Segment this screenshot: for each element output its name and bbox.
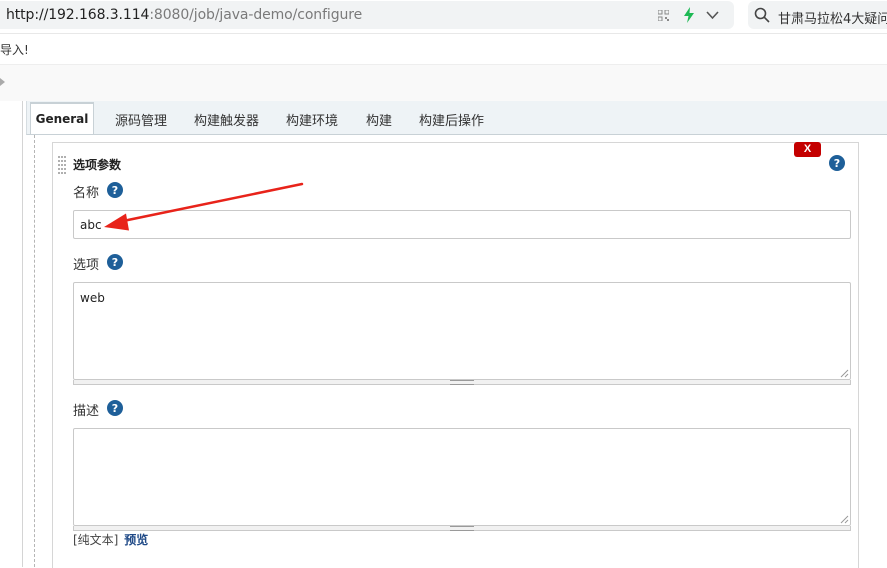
browser-toolbar: http://192.168.3.114:8080/job/java-demo/…	[0, 0, 887, 34]
tab-general[interactable]: General	[30, 102, 94, 134]
browser-search-box[interactable]: 甘肃马拉松4大疑问	[748, 1, 887, 29]
choices-help-icon[interactable]: ?	[107, 254, 123, 270]
config-tab-bar: General 源码管理 构建触发器 构建环境 构建 构建后操作	[26, 101, 887, 135]
tab-build[interactable]: 构建	[366, 110, 392, 129]
notice-text: 导入!	[0, 43, 29, 57]
textarea-resize-corner-icon[interactable]	[840, 515, 849, 524]
search-icon	[754, 7, 770, 23]
parameter-name-input[interactable]	[73, 210, 851, 239]
caret-right-icon[interactable]	[0, 78, 6, 86]
svg-text:?: ?	[834, 157, 840, 170]
chevron-down-icon[interactable]	[706, 10, 719, 20]
page-left-border	[22, 101, 23, 567]
textarea-resize-corner-icon[interactable]	[840, 369, 849, 378]
svg-text:?: ?	[112, 402, 118, 415]
resize-grip-icon	[450, 380, 474, 385]
tab-source-code-management[interactable]: 源码管理	[115, 110, 167, 129]
url-text: http://192.168.3.114:8080/job/java-demo/…	[6, 7, 362, 23]
svg-text:?: ?	[112, 256, 118, 269]
section-dashed-border	[34, 135, 35, 567]
address-bar[interactable]: http://192.168.3.114:8080/job/java-demo/…	[0, 1, 734, 29]
name-help-icon[interactable]: ?	[107, 182, 123, 198]
choices-textarea[interactable]: web	[73, 282, 851, 380]
url-path: :8080/job/java-demo/configure	[149, 7, 363, 23]
drag-handle-icon[interactable]	[58, 156, 66, 174]
breadcrumb-bar	[0, 64, 887, 102]
svg-text:?: ?	[112, 184, 118, 197]
parameter-type-title: 选项参数	[73, 158, 122, 172]
tab-post-build-actions[interactable]: 构建后操作	[419, 110, 484, 129]
help-icon[interactable]: ?	[829, 155, 845, 171]
tab-build-environment[interactable]: 构建环境	[286, 110, 338, 129]
markup-format-line: [纯文本] 预览	[73, 531, 148, 548]
notice-bar: 导入!	[0, 34, 887, 64]
description-help-icon[interactable]: ?	[107, 400, 123, 416]
preview-link[interactable]: 预览	[124, 533, 148, 547]
markup-format-label: [纯文本]	[73, 533, 119, 547]
name-label: 名称	[73, 186, 100, 201]
qr-code-icon[interactable]	[658, 10, 669, 21]
url-host: http://192.168.3.114	[6, 7, 150, 23]
resize-grip-icon	[450, 526, 474, 531]
description-label: 描述	[73, 404, 100, 419]
choices-resize-bar[interactable]	[73, 380, 851, 385]
description-resize-bar[interactable]	[73, 526, 851, 531]
choices-label: 选项	[73, 258, 100, 273]
bolt-icon[interactable]	[682, 7, 696, 23]
tab-build-triggers[interactable]: 构建触发器	[194, 110, 259, 129]
description-textarea[interactable]	[73, 428, 851, 526]
search-suggestion-text: 甘肃马拉松4大疑问	[778, 12, 887, 27]
delete-parameter-button[interactable]: X	[794, 142, 821, 157]
